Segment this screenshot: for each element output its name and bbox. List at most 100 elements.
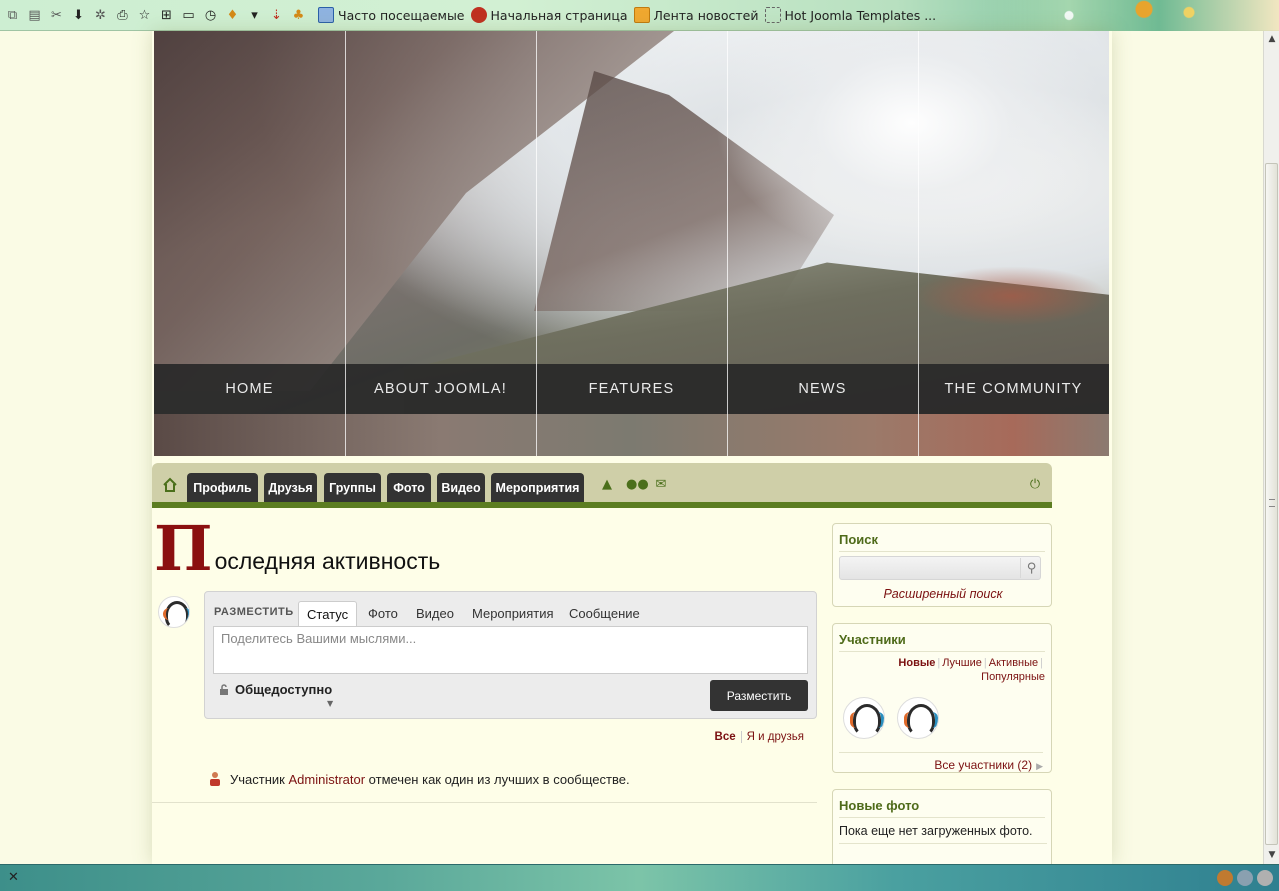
composer-tab-video[interactable]: Видео (408, 601, 462, 626)
activity-text: отмечен как один из лучших в сообществе. (368, 771, 630, 787)
filter-popular[interactable]: Популярные (981, 671, 1045, 683)
module-title: Поиск (839, 532, 1045, 552)
user-award-icon (210, 772, 220, 786)
print-icon[interactable]: ⎙ (114, 7, 131, 24)
tab-profile[interactable]: Профиль (187, 473, 258, 502)
privacy-label: Общедоступно (235, 682, 333, 697)
paste-icon[interactable]: ▤ (26, 7, 43, 24)
close-icon[interactable]: ✕ (8, 870, 19, 885)
activity-user-link[interactable]: Administrator (288, 772, 365, 787)
nav-about-joomla[interactable]: ABOUT JOOMLA! (345, 364, 536, 414)
search-input[interactable]: ⚲ (839, 556, 1041, 580)
nav-news[interactable]: NEWS (727, 364, 918, 414)
scroll-thumb[interactable] (1265, 163, 1278, 845)
column-divider (345, 31, 346, 456)
bookmark-frequent[interactable]: Часто посещаемые (318, 7, 465, 23)
filter-new[interactable]: Новые (898, 657, 935, 669)
tab-groups[interactable]: Группы (324, 473, 381, 502)
filter-best[interactable]: Лучшие (942, 657, 982, 669)
lock-icon (220, 683, 228, 695)
advanced-search-link[interactable]: Расширенный поиск (833, 587, 1053, 601)
all-members-link[interactable]: Все участники (2) ▶ (839, 752, 1043, 772)
activity-prefix: Участник (230, 771, 285, 787)
search-module: Поиск ⚲ Расширенный поиск (832, 523, 1052, 607)
composer-tab-status[interactable]: Статус (298, 601, 358, 626)
bell-icon[interactable]: ▲ (599, 477, 615, 493)
status-input[interactable]: Поделитесь Вашими мыслями... (213, 626, 808, 674)
network-icon[interactable] (1257, 870, 1273, 886)
window-icon[interactable]: ▭ (180, 7, 197, 24)
module-title: Новые фото (839, 798, 1045, 818)
extension-icon[interactable]: ♣ (290, 7, 307, 24)
activity-item: Участник Administrator отмечен как один … (208, 771, 630, 787)
filter-active[interactable]: Активные (989, 657, 1038, 669)
browser-status-bar: ✕ (0, 864, 1279, 891)
status-composer: РАЗМЕСТИТЬ Статус Фото Видео Мероприятия… (204, 591, 817, 719)
all-members-label: Все участники (2) (934, 758, 1033, 772)
filter-me-friends[interactable]: Я и друзья (740, 731, 809, 743)
tab-photos[interactable]: Фото (387, 473, 431, 502)
envelope-icon[interactable]: ✉ (653, 477, 669, 493)
download-addon-icon[interactable]: ⇣ (268, 7, 285, 24)
composer-tab-event[interactable]: Мероприятия (464, 601, 562, 626)
tab-events[interactable]: Мероприятия (491, 473, 584, 502)
title-text: оследняя активность (214, 548, 441, 574)
avatar[interactable] (158, 596, 190, 628)
friends-icon[interactable]: ●● (626, 477, 649, 493)
divider (152, 802, 817, 803)
bookmark-label: Hot Joomla Templates ... (784, 7, 937, 23)
composer-tab-message[interactable]: Сообщение (561, 601, 648, 626)
history-icon[interactable]: ◷ (202, 7, 219, 24)
addon-icon[interactable]: ♦ (224, 7, 241, 24)
chevron-right-icon: ▶ (1036, 761, 1043, 771)
column-divider (727, 31, 728, 456)
module-title: Участники (839, 632, 1045, 652)
folder-search-icon (318, 7, 334, 23)
bookmark-news[interactable]: Лента новостей (633, 7, 759, 23)
avatar[interactable] (897, 697, 939, 739)
tab-videos[interactable]: Видео (437, 473, 485, 502)
photos-module: Новые фото Пока еще нет загруженных фото… (832, 789, 1052, 864)
joomla-logo-icon (470, 7, 487, 23)
browser-toolbar: ⧉ ▤ ✂ ⬇ ✲ ⎙ ☆ ⊞ ▭ ◷ ♦ ▾ ⇣ ♣ Часто посеща… (0, 0, 1279, 31)
column-divider (918, 31, 919, 456)
bookmark-star-icon[interactable]: ☆ (136, 7, 153, 24)
nav-home[interactable]: HOME (154, 364, 345, 414)
title-initial: П (154, 512, 213, 585)
chevron-down-icon[interactable]: ▼ (327, 699, 333, 708)
bookmark-label: Начальная страница (490, 7, 628, 23)
nav-features[interactable]: FEATURES (536, 364, 727, 414)
new-tab-icon[interactable]: ⊞ (158, 7, 175, 24)
nav-community[interactable]: THE COMMUNITY (918, 364, 1109, 414)
column-divider (536, 31, 537, 456)
avatar[interactable] (843, 697, 885, 739)
addon-icon[interactable] (1217, 870, 1233, 886)
header-banner: HOME ABOUT JOOMLA! FEATURES NEWS THE COM… (154, 31, 1109, 456)
scroll-up-icon[interactable]: ▲ (1264, 31, 1279, 48)
globe-icon[interactable] (1237, 870, 1253, 886)
cut-icon[interactable]: ✂ (48, 7, 65, 24)
clouds (714, 31, 1109, 261)
filter-all[interactable]: Все (710, 731, 741, 743)
download-icon[interactable]: ⬇ (70, 7, 87, 24)
settings-icon[interactable]: ✲ (92, 7, 109, 24)
vertical-scrollbar[interactable]: ▲ ▼ (1263, 31, 1279, 864)
bookmark-home[interactable]: Начальная страница (470, 7, 628, 23)
search-icon[interactable]: ⚲ (1020, 558, 1042, 578)
power-icon[interactable]: ⏻ (1027, 477, 1043, 493)
scroll-down-icon[interactable]: ▼ (1264, 847, 1279, 864)
home-icon[interactable] (162, 477, 178, 493)
main-column: П оследняя активность РАЗМЕСТИТЬ Статус … (152, 512, 817, 864)
member-avatars (843, 697, 939, 739)
post-button[interactable]: Разместить (710, 680, 808, 711)
copy-icon[interactable]: ⧉ (4, 7, 21, 24)
members-filter: Новые | Лучшие | Активные | Популярные (898, 657, 1045, 683)
dropdown-arrow-icon[interactable]: ▾ (246, 7, 263, 24)
privacy-selector[interactable]: Общедоступно (219, 682, 332, 697)
tab-friends[interactable]: Друзья (264, 473, 317, 502)
post-label: РАЗМЕСТИТЬ (214, 606, 294, 618)
members-module: Участники Новые | Лучшие | Активные | Популяр… (832, 623, 1052, 773)
red-soil (914, 266, 1109, 326)
composer-tab-photo[interactable]: Фото (360, 601, 406, 626)
bookmark-hot-joomla[interactable]: Hot Joomla Templates ... (764, 7, 937, 23)
